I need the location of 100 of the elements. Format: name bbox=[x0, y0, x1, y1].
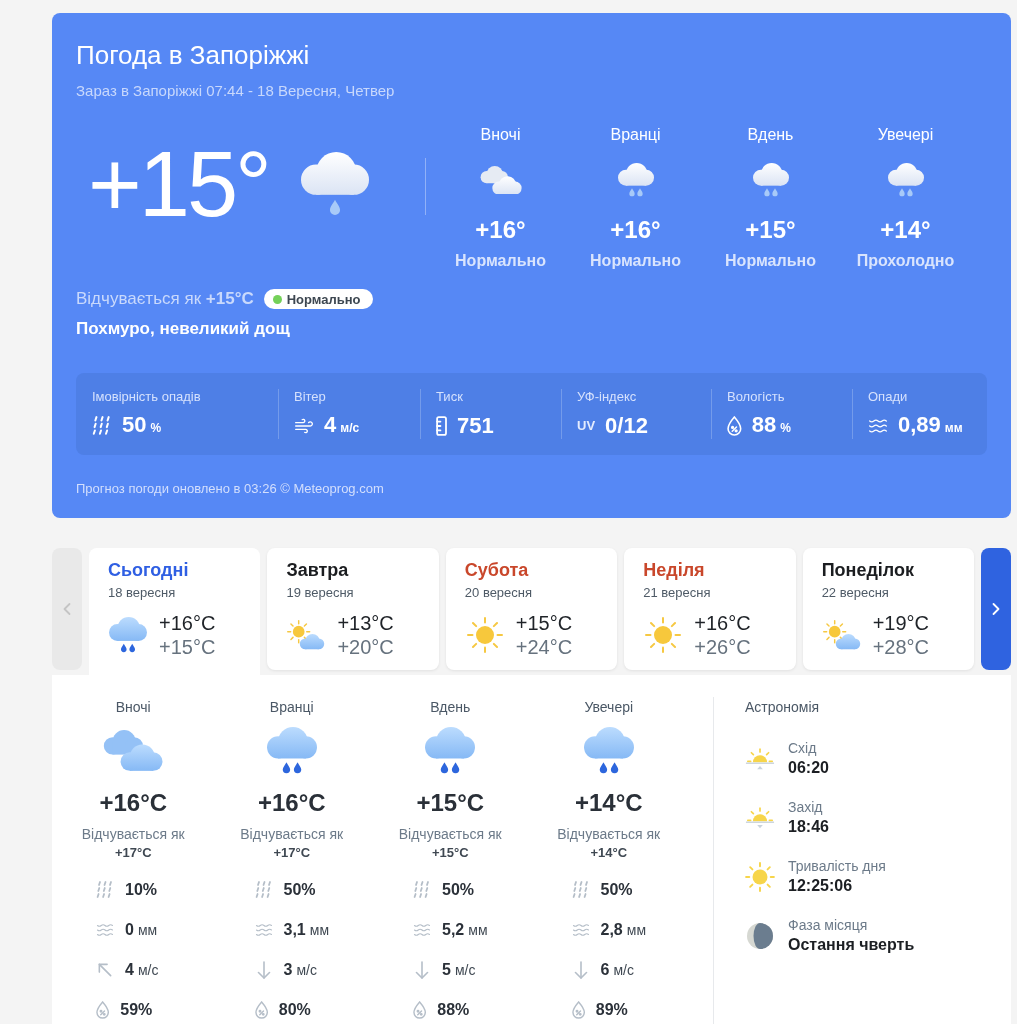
wind-arrow-icon bbox=[96, 961, 114, 979]
period-temperature: +14°C bbox=[574, 788, 643, 818]
day-temperature: +24°C bbox=[515, 635, 573, 659]
day-name: Сьогодні bbox=[108, 559, 189, 581]
period-temperature: +16° bbox=[610, 215, 661, 245]
period-temperature: +14° bbox=[880, 215, 931, 245]
day-date: 21 вересня bbox=[643, 584, 711, 602]
condition-text: Похмуро, невеликий дощ bbox=[76, 318, 290, 340]
rain-cloud-icon bbox=[752, 163, 789, 197]
waves-icon bbox=[571, 921, 590, 939]
rain-cloud-icon bbox=[887, 163, 924, 197]
humidity-drop-icon bbox=[96, 1001, 110, 1019]
day-tab[interactable]: Неділя 21 вересня +16°C +26°C bbox=[624, 548, 796, 670]
waves-icon bbox=[413, 921, 431, 939]
wind-icon bbox=[294, 416, 314, 436]
day-tab[interactable]: Понеділок 22 вересня +19°C +28°C bbox=[802, 548, 975, 670]
humidity-drop-icon bbox=[571, 1001, 585, 1019]
feels-like-label: Відчувається як bbox=[557, 825, 661, 843]
day-temperature: +19°C bbox=[872, 611, 929, 635]
day-date: 18 вересня bbox=[108, 584, 176, 602]
stat-label: Опади bbox=[868, 389, 908, 405]
drizzle-icon bbox=[254, 881, 273, 899]
stat-value: 2,8 мм bbox=[600, 921, 646, 939]
moon-icon bbox=[747, 923, 773, 949]
stat-label: Вологість bbox=[727, 389, 785, 405]
period-label: Вдень bbox=[430, 698, 471, 717]
stat-label: Імовірність опадів bbox=[92, 389, 201, 405]
day-name: Завтра bbox=[286, 559, 349, 581]
day-name: Неділя bbox=[643, 559, 705, 581]
comfort-label: Нормально bbox=[286, 291, 361, 307]
next-button[interactable] bbox=[981, 548, 1012, 670]
astro-value: 12:25:06 bbox=[788, 876, 853, 896]
waves-icon bbox=[96, 921, 114, 939]
feels-like-label: Відчувається як bbox=[240, 825, 344, 843]
drizzle-icon bbox=[92, 416, 112, 436]
astro-label: Захід bbox=[788, 798, 823, 816]
feels-like-value: +17°C bbox=[114, 844, 152, 862]
rain-cloud-icon bbox=[266, 727, 317, 775]
period-temperature: +16°C bbox=[99, 788, 168, 818]
sun-cloud-icon bbox=[822, 620, 861, 650]
astro-label: Схід bbox=[788, 739, 817, 757]
feels-like-value: +14°C bbox=[590, 844, 628, 862]
clouds-icon bbox=[479, 165, 522, 195]
ruler-icon bbox=[436, 416, 448, 436]
day-tab[interactable]: Завтра 19 вересня +13°C +20°C bbox=[267, 548, 439, 670]
stat-value: 59% bbox=[120, 1001, 153, 1019]
period-temperature: +16°C bbox=[257, 788, 326, 818]
period-description: Нормально bbox=[725, 251, 816, 271]
stat-label: УФ-індекс bbox=[577, 389, 637, 405]
day-name: Понеділок bbox=[821, 559, 915, 581]
period-label: Увечері bbox=[584, 698, 634, 717]
period-label: Увечері bbox=[877, 125, 934, 145]
stat-value: 3,1 мм bbox=[283, 921, 329, 939]
current-temperature: +15° bbox=[88, 138, 269, 230]
day-date: 19 вересня bbox=[286, 584, 354, 602]
day-temperature: +16°C bbox=[159, 611, 216, 635]
stat-value: 0/12 bbox=[605, 412, 648, 440]
rain-cloud-icon bbox=[300, 152, 369, 217]
period-label: Вночі bbox=[115, 698, 151, 717]
stat-value: 50% bbox=[283, 881, 316, 899]
rain-cloud-icon bbox=[425, 727, 476, 775]
drizzle-icon bbox=[413, 881, 431, 899]
day-temperature: +15°C bbox=[159, 635, 216, 659]
day-tab[interactable]: Сьогодні 18 вересня +16°C +15°C bbox=[89, 548, 261, 675]
stat-value: 50% bbox=[600, 881, 633, 899]
period-temperature: +15°C bbox=[416, 788, 485, 818]
day-tab[interactable]: Субота 20 вересня +15°C +24°C bbox=[445, 548, 618, 670]
humidity-drop-icon bbox=[254, 1001, 268, 1019]
sun-icon bbox=[645, 617, 682, 653]
astro-value: 06:20 bbox=[788, 758, 829, 778]
feels-like-text: Відчувається як +15°C bbox=[76, 288, 254, 310]
feels-like-label: Відчувається як bbox=[398, 825, 502, 843]
day-temperature: +15°C bbox=[515, 611, 573, 635]
day-temperature: +20°C bbox=[337, 635, 394, 659]
stat-value: 80% bbox=[278, 1001, 311, 1019]
stat-value: 5,2 мм bbox=[442, 921, 488, 939]
stat-value: 0 мм bbox=[125, 921, 158, 939]
stat-value: 50 % bbox=[122, 410, 162, 439]
wind-arrow-icon bbox=[413, 961, 431, 979]
stat-value: 6 м/с bbox=[600, 961, 634, 979]
feels-like-label: Відчувається як bbox=[81, 825, 185, 843]
stat-value: 751 bbox=[457, 412, 494, 440]
day-date: 20 вересня bbox=[464, 584, 533, 602]
city-title: Погода в Запоріжжі bbox=[76, 39, 310, 71]
stat-value: 0,89 мм bbox=[898, 410, 963, 439]
astro-value: Остання чверть bbox=[788, 935, 915, 955]
sun-icon bbox=[466, 617, 503, 653]
update-note: Прогноз погоди оновлено в 03:26 © Meteoprog.com bbox=[76, 480, 384, 498]
period-temperature: +16° bbox=[475, 215, 526, 245]
stat-value: 4 м/с bbox=[324, 410, 360, 439]
sun-cloud-icon bbox=[287, 620, 326, 650]
period-description: Прохолодно bbox=[856, 251, 955, 271]
rain-cloud-icon bbox=[583, 727, 634, 775]
day-name: Субота bbox=[464, 559, 529, 581]
rain-cloud-icon bbox=[617, 163, 654, 197]
day-temperature: +13°C bbox=[337, 611, 394, 635]
period-description: Нормально bbox=[455, 251, 546, 271]
stat-value: 10% bbox=[125, 881, 158, 899]
stat-label: Тиск bbox=[436, 389, 463, 405]
sun-icon bbox=[745, 862, 775, 892]
